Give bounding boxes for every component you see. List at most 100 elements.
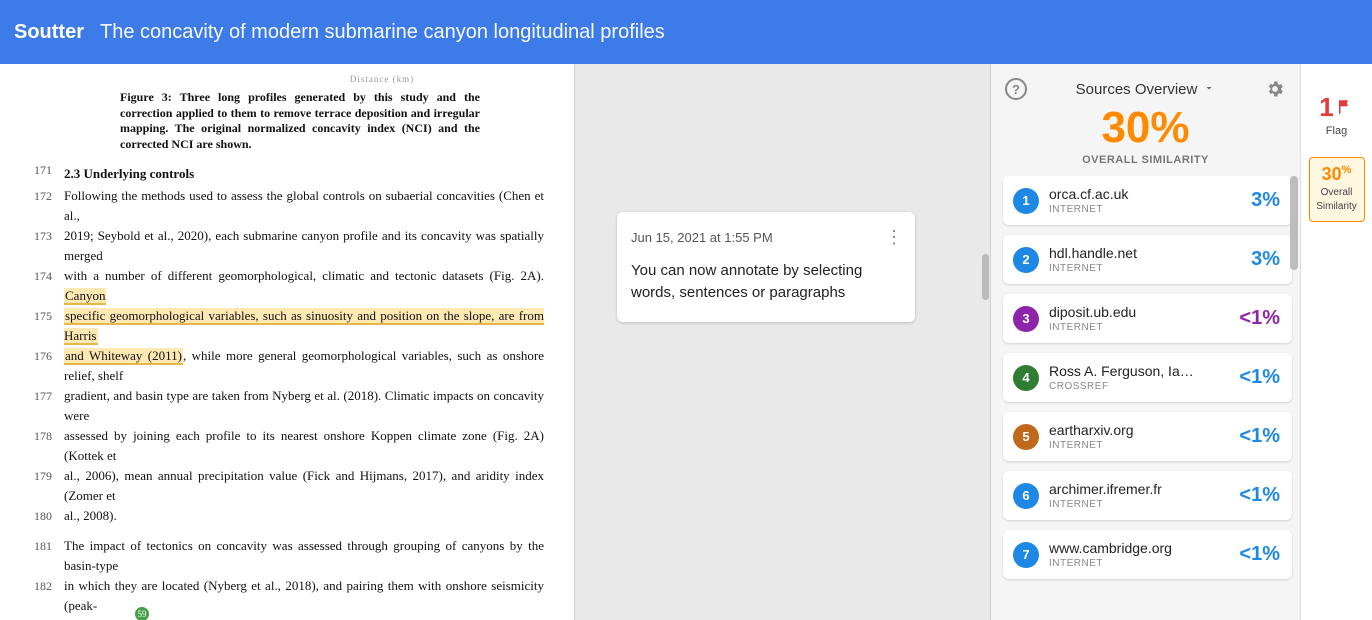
source-percent: <1% — [1239, 425, 1280, 448]
overall-score-value: 30% — [1005, 106, 1286, 150]
line-number: 180 — [30, 506, 64, 526]
sources-overview-label: Sources Overview — [1076, 81, 1198, 98]
more-options-icon[interactable]: ⋮ — [885, 228, 901, 246]
source-index-badge: 1 — [1013, 188, 1039, 214]
source-type: INTERNET — [1049, 440, 1229, 451]
annotation-timestamp: Jun 15, 2021 at 1:55 PM — [631, 230, 773, 245]
annotation-hint-card[interactable]: Jun 15, 2021 at 1:55 PM ⋮ You can now an… — [617, 212, 915, 322]
line-number: 176 — [30, 346, 64, 386]
sources-panel: ? Sources Overview 30% OVERALL SIMILARIT… — [990, 64, 1300, 620]
document-page: Distance (km) Figure 3: Three long profi… — [0, 64, 574, 620]
scrollbar-thumb[interactable] — [1290, 176, 1298, 270]
source-name: hdl.handle.net — [1049, 245, 1241, 261]
percent-sign: % — [1342, 164, 1352, 176]
chevron-down-icon — [1203, 81, 1215, 98]
scrollbar-thumb[interactable] — [982, 254, 989, 300]
source-name: diposit.ub.edu — [1049, 304, 1229, 320]
line-number: 182 — [30, 576, 64, 616]
similarity-label-1: Overall — [1310, 187, 1364, 199]
source-card[interactable]: 4 Ross A. Ferguson, Ia… CROSSREF <1% — [1003, 353, 1292, 402]
body-text[interactable]: gradient, and basin type are taken from … — [64, 386, 544, 426]
source-type: INTERNET — [1049, 499, 1229, 510]
source-name: eartharxiv.org — [1049, 422, 1229, 438]
section-heading: 2.3 Underlying controls — [64, 166, 544, 182]
gear-icon[interactable] — [1264, 78, 1286, 100]
line-number: 179 — [30, 466, 64, 506]
body-text[interactable]: The impact of tectonics on concavity was… — [64, 536, 544, 576]
highlight-match[interactable]: and Whiteway (2011) — [64, 348, 183, 365]
figure-axis-label: Distance (km) — [220, 74, 544, 84]
line-number: 177 — [30, 386, 64, 426]
source-type: CROSSREF — [1049, 381, 1229, 392]
line-number: 183 — [30, 616, 64, 620]
similarity-card[interactable]: 30% Overall Similarity — [1309, 157, 1365, 222]
doc-title: The concavity of modern submarine canyon… — [100, 21, 665, 44]
flag-label: Flag — [1326, 125, 1347, 137]
sources-list[interactable]: 1 orca.cf.ac.uk INTERNET 3% 2 hdl.handle.net I… — [991, 176, 1300, 620]
source-card[interactable]: 6 archimer.ifremer.fr INTERNET <1% — [1003, 471, 1292, 520]
highlight-match[interactable]: Canyon — [64, 288, 106, 305]
source-index-badge: 7 — [1013, 542, 1039, 568]
source-percent: 3% — [1251, 189, 1280, 212]
source-type: INTERNET — [1049, 322, 1229, 333]
body-text[interactable]: Following the methods used to assess the… — [64, 186, 544, 226]
source-card[interactable]: 1 orca.cf.ac.uk INTERNET 3% — [1003, 176, 1292, 225]
similarity-label-2: Similarity — [1310, 201, 1364, 213]
source-percent: 3% — [1251, 248, 1280, 271]
body-text[interactable]: assessed by joining each profile to its … — [64, 426, 544, 466]
overall-score: 30% OVERALL SIMILARITY — [991, 106, 1300, 176]
flag-count: 1 — [1319, 92, 1333, 123]
source-type: INTERNET — [1049, 263, 1241, 274]
source-name: www.cambridge.org — [1049, 540, 1229, 556]
source-percent: <1% — [1239, 307, 1280, 330]
match-index-badge[interactable]: 59 — [134, 606, 150, 620]
line-number: 172 — [30, 186, 64, 226]
sources-overview-dropdown[interactable]: Sources Overview — [1076, 81, 1216, 98]
flag-icon — [1336, 92, 1354, 123]
overall-score-label: OVERALL SIMILARITY — [1005, 154, 1286, 166]
line-number: 178 — [30, 426, 64, 466]
source-type: INTERNET — [1049, 558, 1229, 569]
summary-rail: 1 Flag 30% Overall Similarity — [1300, 64, 1372, 620]
line-number: 171 — [30, 160, 64, 186]
source-percent: <1% — [1239, 366, 1280, 389]
source-name: archimer.ifremer.fr — [1049, 481, 1229, 497]
source-card[interactable]: 7 www.cambridge.org INTERNET <1% — [1003, 530, 1292, 579]
source-card[interactable]: 5 eartharxiv.org INTERNET <1% — [1003, 412, 1292, 461]
line-number: 181 — [30, 536, 64, 576]
line-number: 174 — [30, 266, 64, 306]
comments-pane: Jun 15, 2021 at 1:55 PM ⋮ You can now an… — [575, 64, 990, 620]
source-percent: <1% — [1239, 543, 1280, 566]
body-text[interactable]: and Whiteway (2011), while more general … — [64, 346, 544, 386]
source-percent: <1% — [1239, 484, 1280, 507]
workspace: Distance (km) Figure 3: Three long profi… — [0, 64, 1372, 620]
source-name: Ross A. Ferguson, Ia… — [1049, 363, 1229, 379]
highlight-match[interactable]: specific geomorphological variables, suc… — [64, 308, 544, 345]
body-text[interactable]: al., 2008). — [64, 506, 544, 526]
doc-author: Soutter — [14, 21, 84, 44]
source-index-badge: 4 — [1013, 365, 1039, 391]
body-text[interactable]: ground-acceleration 59with 10% chance of… — [64, 616, 544, 620]
app-header: Soutter The concavity of modern submarin… — [0, 0, 1372, 64]
body-text[interactable]: al., 2006), mean annual precipitation va… — [64, 466, 544, 506]
source-type: INTERNET — [1049, 204, 1241, 215]
source-index-badge: 3 — [1013, 306, 1039, 332]
help-icon[interactable]: ? — [1005, 78, 1027, 100]
source-card[interactable]: 2 hdl.handle.net INTERNET 3% — [1003, 235, 1292, 284]
body-text[interactable]: specific geomorphological variables, suc… — [64, 306, 544, 346]
annotation-text: You can now annotate by selecting words,… — [631, 260, 901, 304]
source-index-badge: 2 — [1013, 247, 1039, 273]
source-name: orca.cf.ac.uk — [1049, 186, 1241, 202]
body-text[interactable]: with a number of different geomorphologi… — [64, 266, 544, 306]
flag-count-button[interactable]: 1 Flag — [1319, 92, 1353, 137]
body-text-segment: with a number of different geomorphologi… — [64, 268, 544, 283]
line-number: 173 — [30, 226, 64, 266]
similarity-value: 30 — [1322, 164, 1342, 184]
source-index-badge: 5 — [1013, 424, 1039, 450]
document-pane[interactable]: Distance (km) Figure 3: Three long profi… — [0, 64, 575, 620]
source-card[interactable]: 3 diposit.ub.edu INTERNET <1% — [1003, 294, 1292, 343]
figure-caption: Figure 3: Three long profiles generated … — [120, 90, 480, 152]
line-number: 175 — [30, 306, 64, 346]
source-index-badge: 6 — [1013, 483, 1039, 509]
body-text[interactable]: 2019; Seybold et al., 2020), each submar… — [64, 226, 544, 266]
